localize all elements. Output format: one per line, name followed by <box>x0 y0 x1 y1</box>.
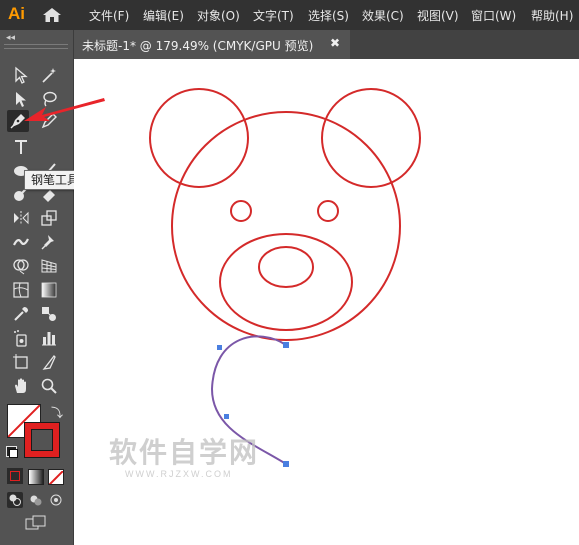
document-tab-bar: 未标题-1* @ 179.49% (CMYK/GPU 预览) ✖ <box>74 30 579 59</box>
none-icon <box>49 470 63 484</box>
bear-head[interactable] <box>171 111 401 341</box>
default-fill-stroke-icon[interactable] <box>6 446 18 458</box>
symbol-sprayer-tool[interactable] <box>10 327 32 349</box>
draw-behind-icon <box>30 495 42 506</box>
bear-right-ear[interactable] <box>321 88 421 188</box>
type-t-icon <box>15 140 27 154</box>
color-mode-button[interactable] <box>7 468 23 484</box>
puppet-warp-tool[interactable] <box>38 231 60 253</box>
none-mode-button[interactable] <box>48 469 64 485</box>
screen-mode-icon <box>25 515 46 530</box>
draw-inside-button[interactable] <box>48 492 64 508</box>
screen-mode-button[interactable] <box>25 515 47 531</box>
width-icon <box>13 238 29 246</box>
draw-normal-icon <box>9 494 21 506</box>
bear-nose[interactable] <box>258 246 314 288</box>
draw-inside-icon <box>50 494 62 506</box>
home-icon[interactable] <box>42 7 62 23</box>
stroke-swatch[interactable] <box>24 422 60 458</box>
draw-behind-button[interactable] <box>28 492 44 508</box>
width-tool[interactable] <box>10 231 32 253</box>
draw-normal-button[interactable] <box>7 492 23 508</box>
zoom-magnifier-icon <box>41 378 57 394</box>
watermark: 软件自学网 WWW.RJZXW.COM <box>109 431 259 479</box>
bear-muzzle[interactable] <box>219 233 353 331</box>
anchor-point[interactable] <box>217 345 222 350</box>
mesh-icon <box>13 282 29 298</box>
scale-icon <box>41 210 57 226</box>
pin-icon <box>41 235 54 250</box>
watermark-title: 软件自学网 <box>109 437 260 468</box>
mesh-tool[interactable] <box>10 279 32 301</box>
artboard-icon <box>13 354 28 369</box>
shape-builder-tool[interactable] <box>10 255 32 277</box>
close-icon[interactable]: ✖ <box>330 36 340 50</box>
eyedropper-tool[interactable] <box>10 303 32 325</box>
magic-wand-tool[interactable] <box>38 64 60 86</box>
gradient-icon <box>41 282 57 298</box>
document-tab[interactable]: 未标题-1* @ 179.49% (CMYK/GPU 预览) ✖ <box>74 30 350 59</box>
reflect-tool[interactable] <box>10 207 32 229</box>
scale-tool[interactable] <box>38 207 60 229</box>
reflect-icon <box>14 211 29 225</box>
bear-left-ear[interactable] <box>149 88 249 188</box>
anchor-point[interactable] <box>283 342 289 348</box>
gradient-tool[interactable] <box>38 279 60 301</box>
bear-right-eye[interactable] <box>317 200 339 222</box>
zoom-tool[interactable] <box>38 375 60 397</box>
menu-bar: Ai 文件(F) 编辑(E) 对象(O) 文字(T) 选择(S) 效果(C) 视… <box>0 0 579 30</box>
anchor-point[interactable] <box>224 414 229 419</box>
menu-effect[interactable]: 效果(C) <box>362 7 404 24</box>
blend-tool[interactable] <box>38 303 60 325</box>
bear-left-eye[interactable] <box>230 200 252 222</box>
menu-select[interactable]: 选择(S) <box>308 7 349 24</box>
column-graph-icon <box>42 332 56 346</box>
document-tab-title: 未标题-1* @ 179.49% (CMYK/GPU 预览) <box>82 39 314 53</box>
hand-icon <box>15 378 26 393</box>
swap-fill-stroke-icon[interactable]: ⤵ <box>51 404 63 421</box>
perspective-grid-tool[interactable] <box>38 255 60 277</box>
type-tool[interactable] <box>10 136 32 158</box>
eyedropper-icon <box>14 307 28 321</box>
perspective-grid-icon <box>41 259 57 273</box>
direct-selection-tool[interactable] <box>10 64 32 86</box>
slice-knife-icon <box>42 355 56 370</box>
menu-window[interactable]: 窗口(W) <box>471 7 516 24</box>
direct-selection-icon <box>15 66 28 84</box>
column-graph-tool[interactable] <box>38 327 60 349</box>
menu-object[interactable]: 对象(O) <box>197 7 240 24</box>
panel-grip[interactable] <box>4 44 68 49</box>
artboard-tool[interactable] <box>10 351 32 373</box>
menu-view[interactable]: 视图(V) <box>417 7 459 24</box>
menu-type[interactable]: 文字(T) <box>253 7 294 24</box>
shape-builder-icon <box>13 259 29 275</box>
collapse-panel-icon[interactable]: ◂◂ <box>6 33 15 43</box>
slice-tool[interactable] <box>38 351 60 373</box>
symbol-sprayer-icon <box>14 330 27 347</box>
hand-tool[interactable] <box>10 375 32 397</box>
app-logo: Ai <box>8 4 25 23</box>
artboard-canvas[interactable]: 软件自学网 WWW.RJZXW.COM <box>74 59 579 545</box>
blend-icon <box>42 307 56 321</box>
menu-help[interactable]: 帮助(H) <box>531 7 573 24</box>
menu-edit[interactable]: 编辑(E) <box>143 7 184 24</box>
anchor-point[interactable] <box>283 461 289 467</box>
magic-wand-icon <box>42 68 56 83</box>
gradient-mode-button[interactable] <box>28 469 44 485</box>
annotation-arrow-icon <box>24 98 105 121</box>
menu-file[interactable]: 文件(F) <box>89 7 129 24</box>
